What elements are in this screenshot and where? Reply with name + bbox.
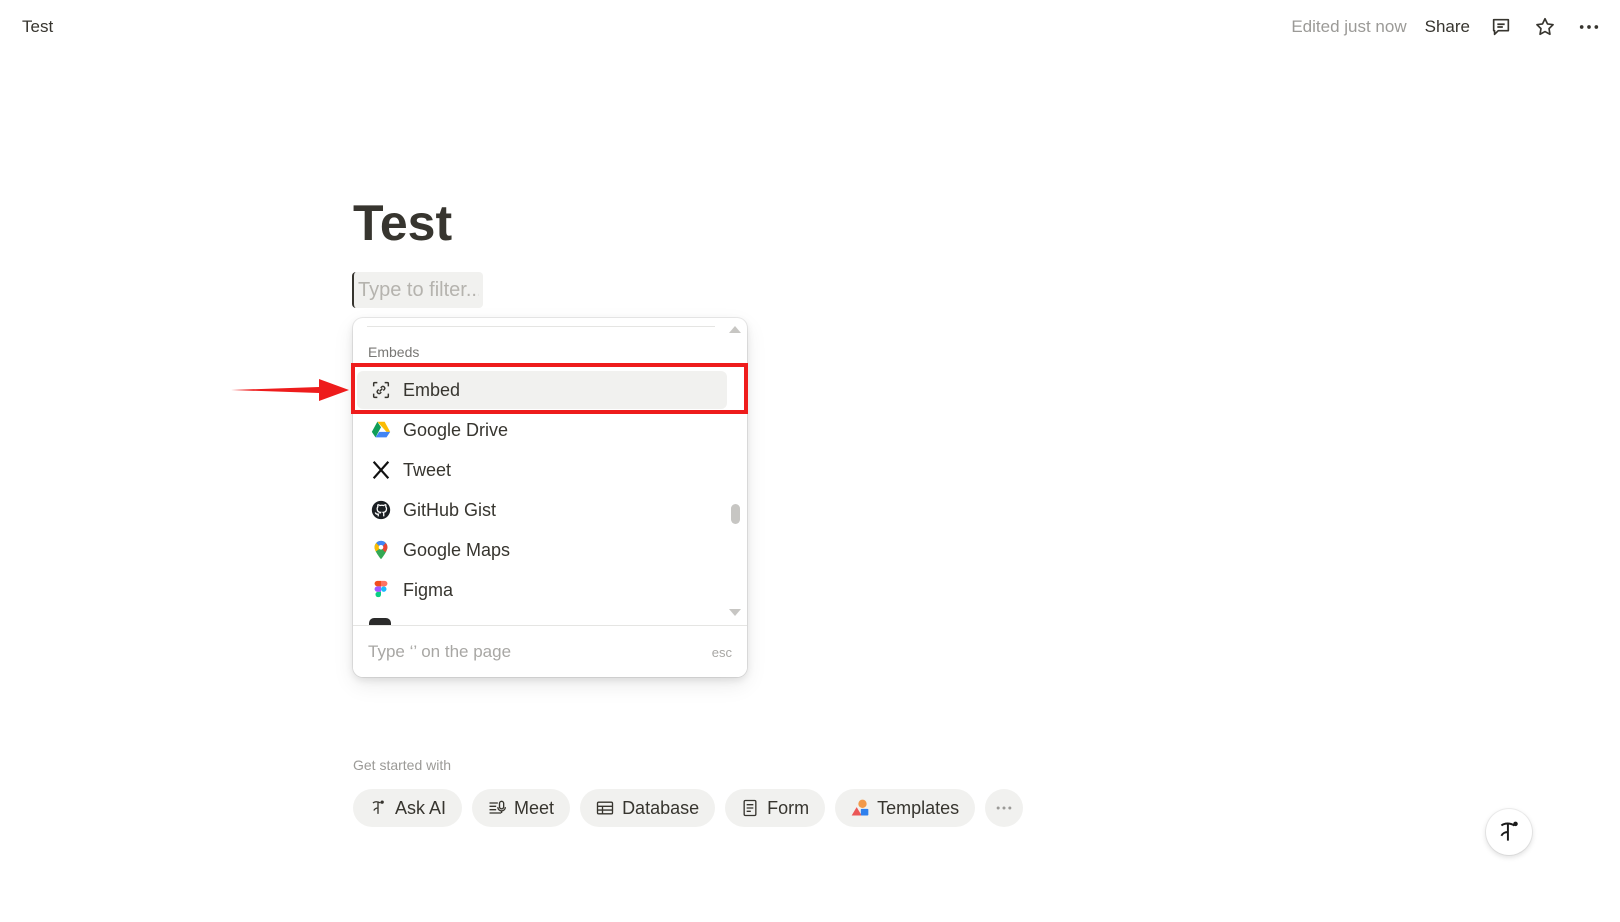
templates-icon — [849, 797, 871, 819]
chip-label: Templates — [877, 797, 960, 818]
scroll-up-icon[interactable] — [729, 326, 741, 333]
footer-hint: Type ‘’ on the page — [368, 642, 512, 661]
more-options-button[interactable] — [985, 789, 1024, 827]
form-icon — [739, 797, 761, 819]
menu-divider — [367, 326, 715, 327]
ai-icon — [367, 797, 389, 819]
page-title[interactable]: Test — [353, 194, 452, 252]
chip-label: Meet — [514, 797, 555, 818]
ai-icon — [1500, 821, 1518, 841]
top-bar: Test Edited just now Share — [0, 0, 1620, 56]
menu-section-label: Embeds — [368, 344, 420, 360]
google-maps-icon — [369, 538, 393, 562]
arrow-icon — [231, 379, 349, 401]
menu-item-label: Tweet — [403, 459, 452, 480]
get-started-row: Ask AI Meet Database Form Templates — [353, 789, 1024, 827]
github-icon — [369, 498, 393, 522]
figma-icon — [369, 578, 393, 602]
meet-button[interactable]: Meet — [472, 789, 571, 827]
ai-assistant-button[interactable] — [1486, 809, 1532, 855]
chip-label: Ask AI — [395, 797, 447, 818]
menu-item-label: Google Drive — [403, 419, 509, 440]
edited-status: Edited just now — [1291, 17, 1407, 36]
menu-item-tweet[interactable]: Tweet — [357, 451, 727, 489]
menu-item-label: GitHub Gist — [403, 499, 497, 520]
menu-item-google-drive[interactable]: Google Drive — [357, 411, 727, 449]
highlight-box — [351, 363, 748, 414]
star-icon[interactable] — [1532, 14, 1558, 40]
menu-item-label: Figma — [403, 579, 454, 600]
breadcrumb[interactable]: Test — [22, 17, 53, 37]
topbar-actions: Edited just now Share — [1291, 14, 1602, 40]
scrollbar-thumb[interactable] — [731, 504, 740, 524]
chip-label: Database — [622, 797, 700, 818]
scroll-down-icon[interactable] — [729, 609, 741, 616]
comment-icon[interactable] — [1488, 14, 1514, 40]
menu-footer: Type ‘’ on the page esc — [353, 625, 747, 677]
menu-item-figma[interactable]: Figma — [357, 571, 727, 609]
filter-input[interactable] — [352, 272, 483, 308]
meet-icon — [486, 797, 508, 819]
more-icon — [993, 797, 1015, 819]
chip-label: Form — [767, 797, 810, 818]
get-started-label: Get started with — [353, 757, 452, 773]
x-icon — [369, 458, 393, 482]
menu-item-google-maps[interactable]: Google Maps — [357, 531, 727, 569]
google-drive-icon — [369, 418, 393, 442]
form-button[interactable]: Form — [725, 789, 826, 827]
menu-item-github-gist[interactable]: GitHub Gist — [357, 491, 727, 529]
esc-hint[interactable]: esc — [712, 645, 732, 660]
table-icon — [594, 797, 616, 819]
ask-ai-button[interactable]: Ask AI — [353, 789, 463, 827]
database-button[interactable]: Database — [580, 789, 716, 827]
templates-button[interactable]: Templates — [835, 789, 976, 827]
menu-item-label: Google Maps — [403, 539, 511, 560]
share-button[interactable]: Share — [1425, 17, 1470, 37]
more-icon[interactable] — [1576, 14, 1602, 40]
